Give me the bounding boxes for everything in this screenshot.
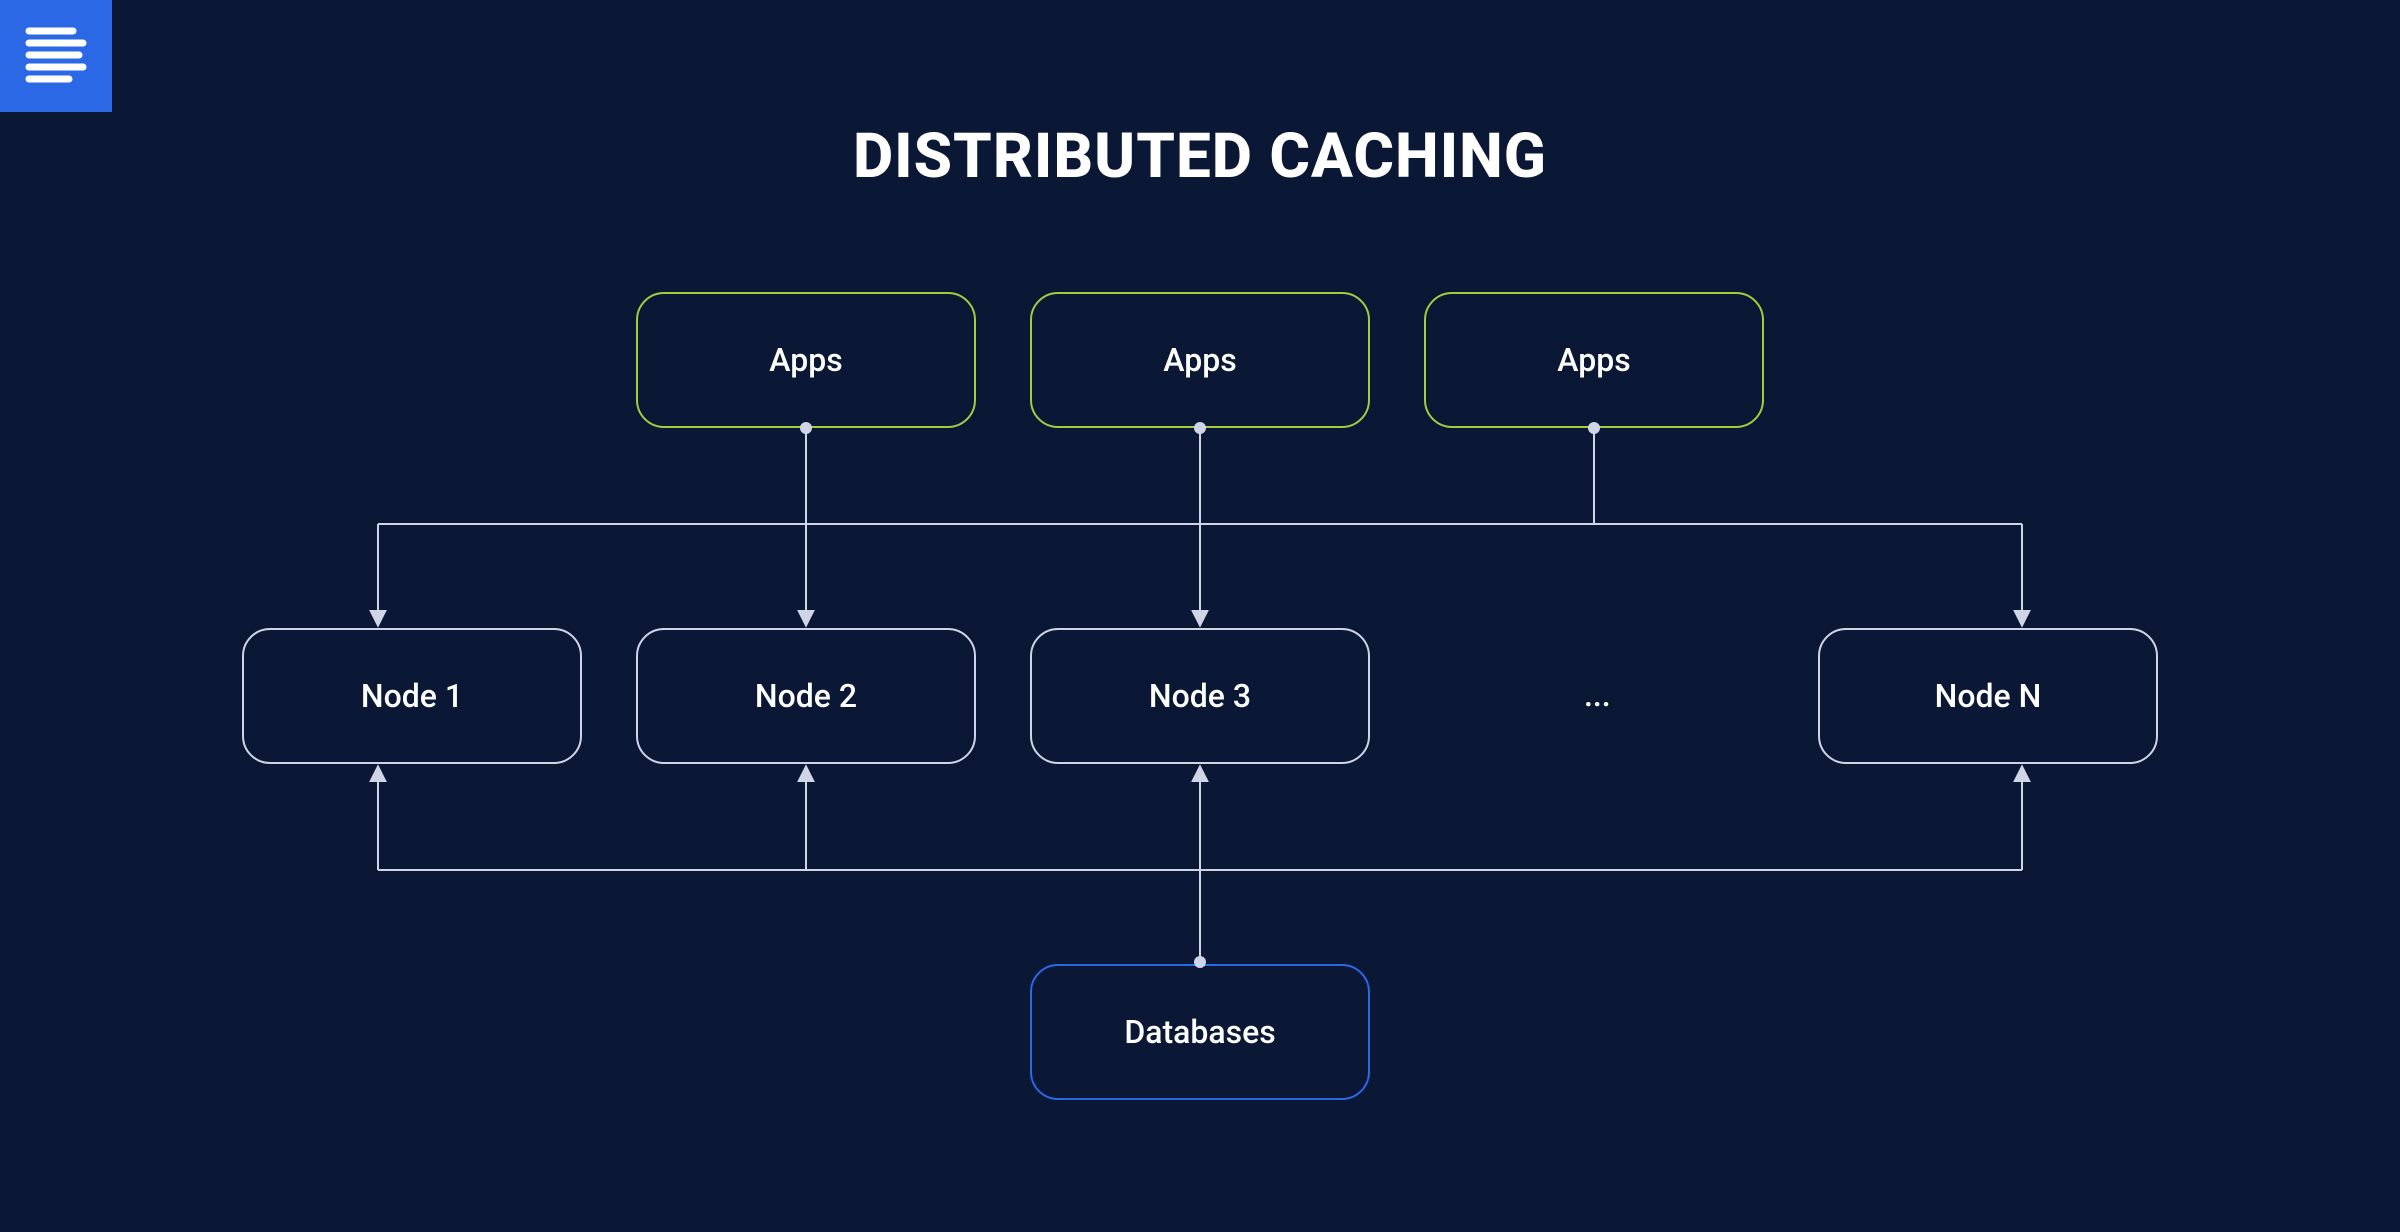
- apps-box-3: Apps: [1424, 292, 1764, 428]
- lines-icon: [21, 21, 91, 91]
- diagram-title: DISTRIBUTED CACHING: [0, 120, 2400, 193]
- logo-badge: [0, 0, 112, 112]
- node-box-2: Node 2: [636, 628, 976, 764]
- database-label: Databases: [1124, 1013, 1275, 1051]
- node-label: Node N: [1935, 677, 2042, 715]
- node-label: Node 2: [755, 677, 857, 715]
- apps-label: Apps: [1163, 341, 1236, 379]
- node-label: Node 3: [1149, 677, 1251, 715]
- node-box-1: Node 1: [242, 628, 582, 764]
- apps-label: Apps: [769, 341, 842, 379]
- apps-label: Apps: [1557, 341, 1630, 379]
- database-box: Databases: [1030, 964, 1370, 1100]
- node-label: Node 1: [361, 677, 463, 715]
- node-box-n: Node N: [1818, 628, 2158, 764]
- node-box-3: Node 3: [1030, 628, 1370, 764]
- nodes-ellipsis: ...: [1584, 676, 1611, 714]
- apps-box-2: Apps: [1030, 292, 1370, 428]
- apps-box-1: Apps: [636, 292, 976, 428]
